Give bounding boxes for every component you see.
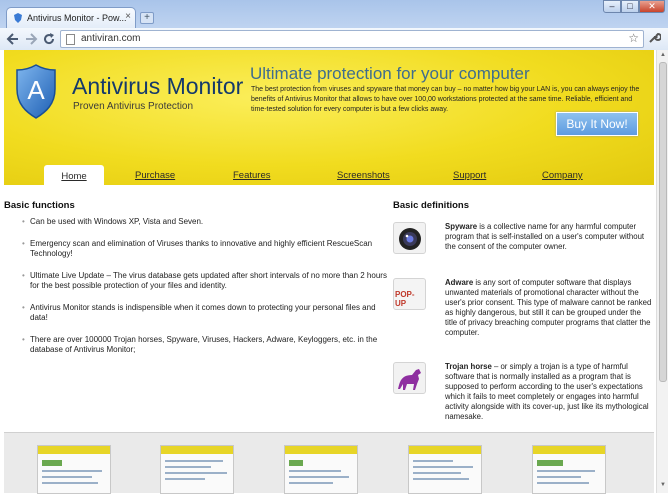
webcam-icon (393, 222, 426, 254)
definition-text: is any sort of computer software that di… (445, 278, 652, 337)
basic-functions-heading: Basic functions (4, 200, 75, 211)
logo-letter: A (27, 75, 45, 105)
basic-functions-list: Can be used with Windows XP, Vista and S… (22, 217, 394, 367)
browser-chrome: Antivirus Monitor - Pow... × + – □ ✕ ant… (0, 0, 668, 50)
shield-logo-icon[interactable]: A (16, 64, 56, 119)
screenshot-thumbnail[interactable] (284, 445, 358, 494)
back-icon[interactable] (6, 32, 20, 46)
buy-now-button[interactable]: Buy It Now! (556, 112, 638, 136)
menu-company[interactable]: Company (542, 170, 583, 181)
definition-term: Adware (445, 278, 474, 287)
site-subtitle: Proven Antivirus Protection (73, 101, 194, 112)
favicon-icon (14, 13, 22, 23)
horse-icon (393, 362, 426, 394)
menu-purchase[interactable]: Purchase (135, 170, 175, 181)
page-icon (66, 34, 75, 45)
list-item: Can be used with Windows XP, Vista and S… (22, 217, 394, 227)
screenshot-thumbnail[interactable] (408, 445, 482, 494)
main-menu: Home Purchase Features Screenshots Suppo… (4, 165, 654, 185)
list-item: Antivirus Monitor stands is indispensibl… (22, 303, 394, 323)
tab-close-icon[interactable]: × (125, 11, 131, 22)
menu-support[interactable]: Support (453, 170, 486, 181)
browser-toolbar: antiviran.com ☆ (0, 28, 668, 50)
maximize-button[interactable]: □ (621, 0, 639, 13)
tab-title: Antivirus Monitor - Pow... (27, 13, 127, 23)
minimize-button[interactable]: – (603, 0, 621, 13)
forward-icon[interactable] (24, 32, 38, 46)
scroll-up-icon[interactable]: ▲ (659, 52, 667, 58)
screenshot-thumbnail[interactable] (160, 445, 234, 494)
browser-tab[interactable]: Antivirus Monitor - Pow... × (6, 7, 136, 29)
address-bar[interactable]: antiviran.com ☆ (60, 30, 644, 48)
star-icon[interactable]: ☆ (628, 31, 639, 45)
screenshot-thumbnails (4, 432, 654, 494)
scrollbar-thumb[interactable] (659, 62, 667, 382)
close-window-button[interactable]: ✕ (639, 0, 665, 13)
screenshot-thumbnail[interactable] (37, 445, 111, 494)
list-item: Emergency scan and elimination of Viruse… (22, 239, 394, 259)
list-item: There are over 100000 Trojan horses, Spy… (22, 335, 394, 355)
web-page: A Antivirus Monitor Proven Antivirus Pro… (0, 50, 668, 494)
basic-definitions-heading: Basic definitions (393, 200, 470, 211)
definition-term: Spyware (445, 222, 478, 231)
list-item: Ultimate Live Update – The virus databas… (22, 271, 394, 291)
popup-icon-label: POP-UP (395, 290, 415, 308)
menu-home[interactable]: Home (44, 165, 104, 185)
scroll-down-icon[interactable]: ▼ (659, 482, 667, 488)
reload-icon[interactable] (42, 32, 56, 46)
vertical-scrollbar[interactable]: ▲ ▼ (656, 50, 668, 493)
header-description: The best protection from viruses and spy… (251, 86, 640, 113)
tagline: Ultimate protection for your computer (250, 64, 530, 83)
menu-screenshots[interactable]: Screenshots (337, 170, 390, 181)
screenshot-thumbnail[interactable] (532, 445, 606, 494)
wrench-icon[interactable] (648, 31, 662, 47)
url-text: antiviran.com (81, 33, 141, 44)
definition-term: Trojan horse (445, 362, 492, 371)
new-tab-button[interactable]: + (140, 12, 154, 24)
site-title[interactable]: Antivirus Monitor (72, 73, 243, 100)
popup-icon: POP-UP (393, 278, 426, 310)
menu-features[interactable]: Features (233, 170, 271, 181)
